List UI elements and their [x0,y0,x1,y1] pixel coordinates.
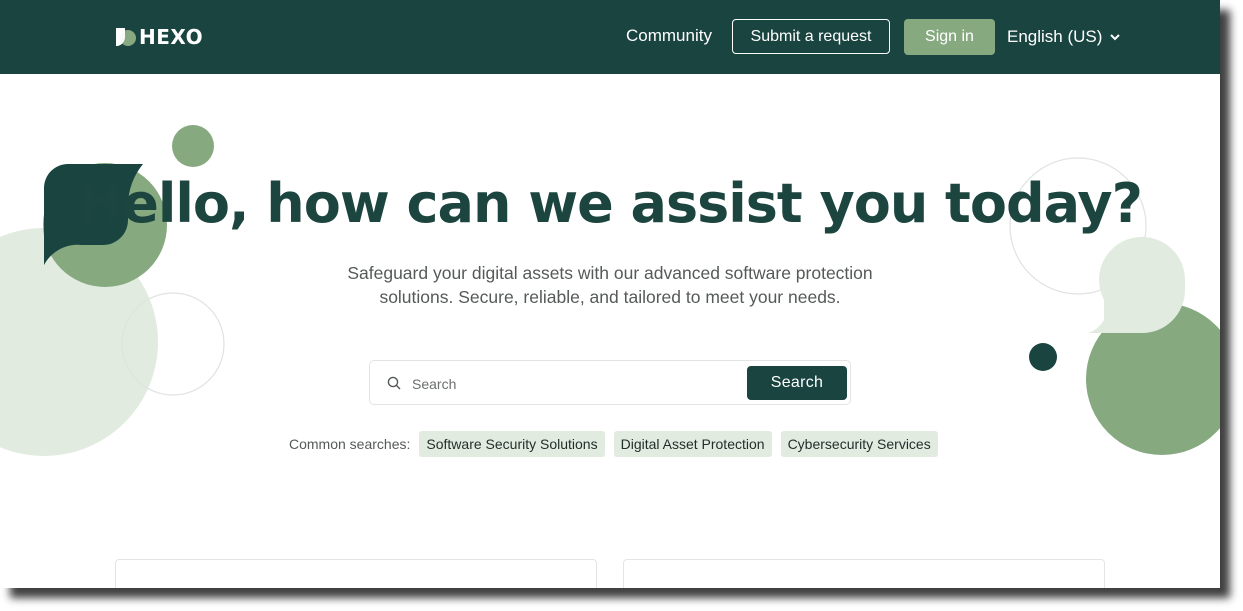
submit-request-button[interactable]: Submit a request [732,19,890,54]
hero-title: Hello, how can we assist you today? [78,172,1143,235]
brand-logo[interactable]: HEXO [114,25,204,49]
sign-in-label: Sign in [925,28,974,45]
chevron-down-icon [1110,33,1121,40]
common-searches-label: Common searches: [289,436,411,452]
page-frame: HEXO Community Submit a request Sign in … [0,0,1220,588]
search-input[interactable] [410,370,744,398]
language-label: English (US) [1007,27,1103,46]
category-card[interactable] [115,559,597,588]
search-button[interactable]: Search [747,366,847,400]
sign-in-button[interactable]: Sign in [904,19,995,55]
common-search-chip[interactable]: Cybersecurity Services [780,431,938,457]
search-icon [387,376,401,390]
hero-subtitle: Safeguard your digital assets with our a… [347,263,873,307]
search-bar: Search [369,360,851,405]
nav-community-link[interactable]: Community [626,26,712,46]
hexo-logo-icon [116,28,136,46]
common-search-chip[interactable]: Digital Asset Protection [613,431,772,457]
language-selector[interactable]: English (US) [1007,27,1121,47]
submit-request-label: Submit a request [750,27,872,45]
category-card[interactable] [623,559,1105,588]
brand-name: HEXO [139,25,204,49]
decorative-shapes-left [0,125,225,456]
common-search-chip[interactable]: Software Security Solutions [419,431,605,457]
common-searches: Common searches: Software Security Solut… [289,431,938,457]
header-bar: HEXO Community Submit a request Sign in … [0,0,1220,74]
